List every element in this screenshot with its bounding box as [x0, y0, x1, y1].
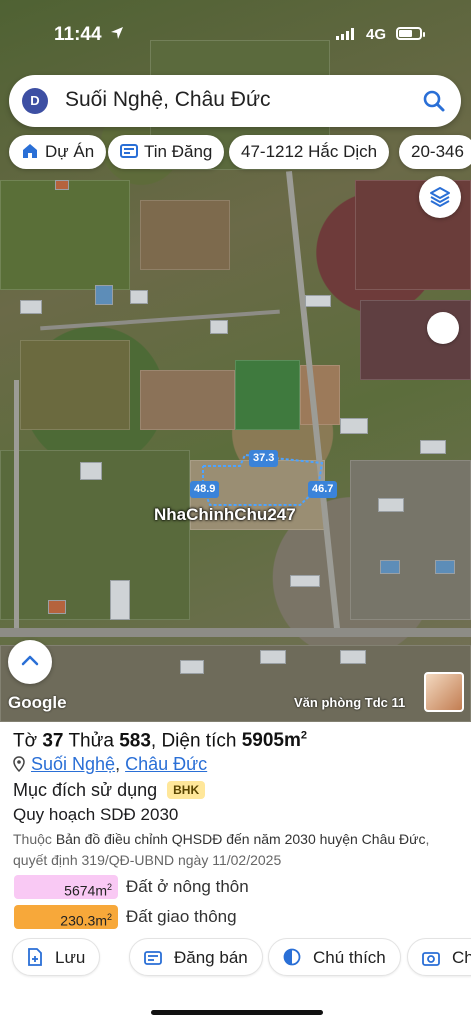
home-icon: [23, 144, 37, 158]
layers-button[interactable]: [419, 176, 461, 218]
chip-tin-dang[interactable]: Tin Đăng: [108, 135, 225, 169]
plan-desc-prefix: Thuộc: [13, 831, 52, 847]
save-icon: [28, 948, 42, 966]
search-query[interactable]: Suối Nghệ, Châu Đức: [65, 88, 271, 112]
legend-icon: [283, 948, 301, 966]
camera-button[interactable]: Ch: [407, 938, 471, 976]
location-row: Suối Nghệ, Châu Đức: [13, 754, 207, 775]
legend-value-bar: 5674m2: [14, 875, 118, 899]
save-button[interactable]: Lưu: [12, 938, 101, 976]
land-use-row: Mục đích sử dụng BHK: [13, 780, 206, 801]
network-type: 4G: [366, 26, 387, 43]
legend-superscript: 2: [106, 912, 112, 922]
sheet-number: 37: [42, 730, 64, 752]
legend-value: 230.3m: [60, 912, 107, 929]
legend-label: Đất giao thông: [126, 907, 237, 926]
satellite-map[interactable]: 37.3 48.9 46.7 NhaChinhChu247 11:44 4G D…: [0, 0, 471, 722]
battery-icon: [396, 27, 425, 40]
search-bar[interactable]: D Suối Nghệ, Châu Đức: [9, 75, 461, 127]
legend-value: 5674m: [64, 882, 107, 899]
measurement-label-top: 37.3: [249, 450, 279, 467]
status-bar: 11:44 4G: [0, 0, 471, 62]
land-use-label: Mục đích sử dụng: [13, 780, 158, 800]
location-arrow-icon: [111, 27, 123, 39]
google-logo: Google: [8, 693, 67, 712]
camera-icon: [422, 952, 440, 966]
expand-panel-button[interactable]: [8, 640, 52, 684]
map-toggle-button[interactable]: [427, 312, 459, 344]
area-number: 5905m: [241, 730, 301, 752]
legend-button[interactable]: Chú thích: [268, 938, 401, 976]
office-thumbnail[interactable]: [424, 672, 464, 712]
save-label: Lưu: [55, 948, 86, 967]
status-time: 11:44: [54, 24, 102, 45]
land-use-badge: BHK: [167, 781, 206, 799]
watermark: NhaChinhChu247: [154, 505, 296, 524]
measurement-label-left: 48.9: [190, 481, 220, 498]
sheet-label: Tờ: [13, 730, 38, 752]
plan-description: Thuộc Bản đồ điều chỉnh QHSDĐ đến năm 20…: [13, 829, 463, 871]
map-pin-icon: [13, 756, 25, 772]
search-icon[interactable]: [421, 88, 447, 114]
chip-du-an[interactable]: Dự Án: [9, 135, 107, 169]
plot-number: 583: [119, 730, 151, 752]
post-sale-icon: [144, 951, 162, 965]
chip-20-346[interactable]: 20-346: [399, 135, 471, 169]
parcel-title: Tờ 37 Thửa 583, Diện tích 5905m2: [13, 730, 308, 752]
signal-icon: [336, 28, 354, 40]
area-label: Diện tích: [161, 730, 237, 752]
chevron-up-icon: [21, 655, 39, 666]
legend-label: Chú thích: [313, 948, 386, 967]
location-separator: ,: [115, 754, 121, 774]
district-link[interactable]: Châu Đức: [125, 754, 207, 774]
chip-label: Tin Đăng: [144, 142, 213, 161]
plan-title: Quy hoạch SDĐ 2030: [13, 805, 179, 824]
action-row: Lưu Đăng bán Chú thích Ch: [12, 938, 471, 978]
chip-47-1212[interactable]: 47-1212 Hắc Dịch: [229, 135, 390, 169]
listing-icon: [120, 144, 138, 158]
legend-value-bar: 230.3m2: [14, 905, 118, 929]
avatar[interactable]: D: [22, 88, 48, 114]
post-sale-label: Đăng bán: [174, 948, 248, 967]
area-superscript: 2: [300, 730, 308, 742]
office-label[interactable]: Văn phòng Tdc 11: [294, 695, 405, 710]
legend-label: Đất ở nông thôn: [126, 877, 249, 896]
camera-label: Ch: [452, 948, 471, 967]
post-sale-button[interactable]: Đăng bán: [129, 938, 263, 976]
filter-chips: Dự Án Tin Đăng 47-1212 Hắc Dịch 20-346: [9, 135, 471, 171]
chip-label: Dự Án: [45, 142, 95, 161]
parcel-info-panel: Tờ 37 Thửa 583, Diện tích 5905m2 Suối Ng…: [0, 722, 471, 1024]
plan-map-name: Bản đồ điều chỉnh QHSDĐ đến năm 2030 huy…: [55, 831, 426, 847]
chip-label: 47-1212 Hắc Dịch: [241, 142, 378, 161]
layers-icon: [430, 187, 450, 207]
ward-link[interactable]: Suối Nghệ: [31, 754, 115, 774]
measurement-label-right: 46.7: [308, 481, 338, 498]
home-indicator[interactable]: [151, 1010, 323, 1015]
plot-label: Thửa: [68, 730, 114, 752]
legend-superscript: 2: [106, 882, 112, 892]
chip-label: 20-346: [411, 142, 464, 161]
area-value: 5905m2: [242, 730, 307, 751]
